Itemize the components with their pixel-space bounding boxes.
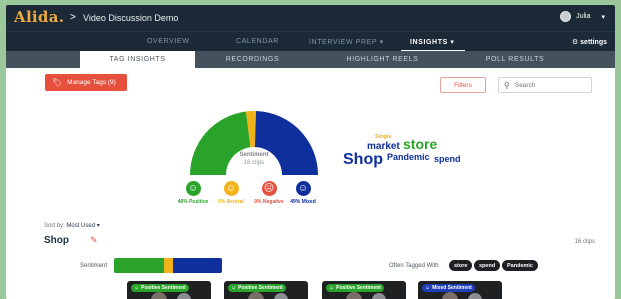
sentiment-badge: ☺ Mixed Sentiment [422,284,475,292]
nav-overview[interactable]: OVERVIEW [147,38,189,45]
word-cloud-term[interactable]: spend [434,154,461,164]
sentiment-badge: ☺ Positive Sentiment [131,284,189,292]
donut-center-title: Sentiment [239,152,269,158]
sentiment-badge-label: Positive Sentiment [238,285,283,291]
search-field[interactable]: ⚲ [498,77,592,93]
sentiment-badge-label: Positive Sentiment [141,285,186,291]
avatar [560,11,572,22]
nav-interview-prep[interactable]: INTERVIEW PREP ▾ [309,38,384,46]
sort-control[interactable]: Sort by: Most Used ▾ [44,222,100,229]
legend-mixed[interactable]: ☺ 49% Mixed [288,181,318,205]
related-tag-pandemic[interactable]: Pandemic [502,260,538,271]
clip-count: 16 clips [574,239,595,245]
tab-poll-results[interactable]: POLL RESULTS [455,51,575,68]
settings-label: settings [580,39,607,46]
legend-negative-label: 0% Negative [254,199,284,205]
video-clip-thumbnail[interactable]: ☺ Positive Sentiment [127,281,211,299]
smile-icon: ☺ [231,285,237,291]
pencil-icon[interactable]: ✎ [90,235,98,246]
tab-recordings[interactable]: RECORDINGS [195,51,310,68]
legend-positive-label: 46% Positive [177,199,209,205]
nav-insights[interactable]: INSIGHTS ▾ [410,38,455,46]
video-frame [151,292,167,299]
user-menu[interactable]: Julia ▾ [560,11,605,22]
video-clip-thumbnail[interactable]: ☺ Mixed Sentiment [418,281,502,299]
video-frame [177,293,191,299]
mixed-face-icon: ☺ [425,285,431,291]
video-frame [274,293,288,299]
legend-neutral[interactable]: ☺ 0% Neutral [216,181,246,205]
video-clip-thumbnail[interactable]: ☺ Positive Sentiment [224,281,308,299]
sentiment-badge-label: Mixed Sentiment [432,285,472,291]
sentiment-badge: ☺ Positive Sentiment [326,284,384,292]
word-cloud-term[interactable]: store [403,136,437,152]
manage-tags-label: Manage Tags (9) [67,79,116,86]
mixed-face-icon: ☺ [295,181,311,196]
user-name: Julia [576,13,591,20]
alida-logo[interactable]: Alida. [14,8,64,26]
main-nav: OVERVIEW CALENDAR INTERVIEW PREP ▾ INSIG… [6,31,615,52]
video-frame [372,293,386,299]
sentiment-bar-segment [163,258,174,273]
sentiment-bar-segment [114,258,164,273]
sentiment-badge-label: Positive Sentiment [336,285,381,291]
frown-icon: ☹ [261,181,277,196]
video-frame [346,292,362,299]
sort-value: Most Used ▾ [66,223,100,229]
filters-button[interactable]: Filters [440,77,486,93]
sentiment-bar-label: Sentiment [80,263,108,269]
related-tag-spend[interactable]: spend [474,260,501,271]
legend-neutral-label: 0% Neutral [218,199,244,205]
sentiment-badge: ☺ Positive Sentiment [228,284,286,292]
video-frame [248,292,264,299]
smile-icon: ☺ [329,285,335,291]
tag-title: Shop [44,235,69,246]
legend-negative[interactable]: ☹ 0% Negative [253,181,285,205]
tab-tag-insights[interactable]: TAG INSIGHTS [80,51,195,68]
video-clip-thumbnail[interactable]: ☺ Positive Sentiment [322,281,406,299]
video-frame [468,293,482,299]
settings-button[interactable]: ⚙ settings [572,38,607,46]
app-window: Alida. > Video Discussion Demo Julia ▾ O… [6,5,615,299]
manage-tags-button[interactable]: 🏷 Manage Tags (9) [45,74,127,91]
word-cloud-term[interactable]: Single [375,134,392,140]
word-cloud-term[interactable]: Shop [343,151,383,169]
smile-icon: ☺ [185,181,201,196]
search-icon: ⚲ [504,80,510,90]
tag-icon: 🏷 [52,78,63,87]
gear-icon: ⚙ [571,39,579,46]
search-input[interactable] [514,81,585,89]
nav-calendar[interactable]: CALENDAR [236,38,279,45]
neutral-face-icon: ☺ [223,181,239,196]
legend-mixed-label: 49% Mixed [290,199,316,205]
app-title[interactable]: Video Discussion Demo [83,13,178,23]
sentiment-bar [114,258,222,273]
donut-center-label: Sentiment 16 clips [231,151,277,167]
sub-nav: TAG INSIGHTS RECORDINGS HIGHLIGHT REELS … [6,51,615,68]
sentiment-bar-segment [173,258,222,273]
word-cloud-term[interactable]: Pandemic [387,152,430,162]
related-tag-store[interactable]: store [449,260,473,271]
legend-positive[interactable]: ☺ 46% Positive [176,181,210,205]
top-bar: Alida. > Video Discussion Demo Julia ▾ [6,5,615,31]
tab-highlight-reels[interactable]: HIGHLIGHT REELS [310,51,455,68]
breadcrumb-separator: > [70,12,76,23]
smile-icon: ☺ [134,285,140,291]
video-frame [442,292,458,299]
often-tagged-label: Often Tagged With [389,263,439,269]
chevron-down-icon: ▾ [601,13,605,21]
donut-center-subtitle: 16 clips [243,160,265,166]
sort-label: Sort by: [44,223,65,229]
